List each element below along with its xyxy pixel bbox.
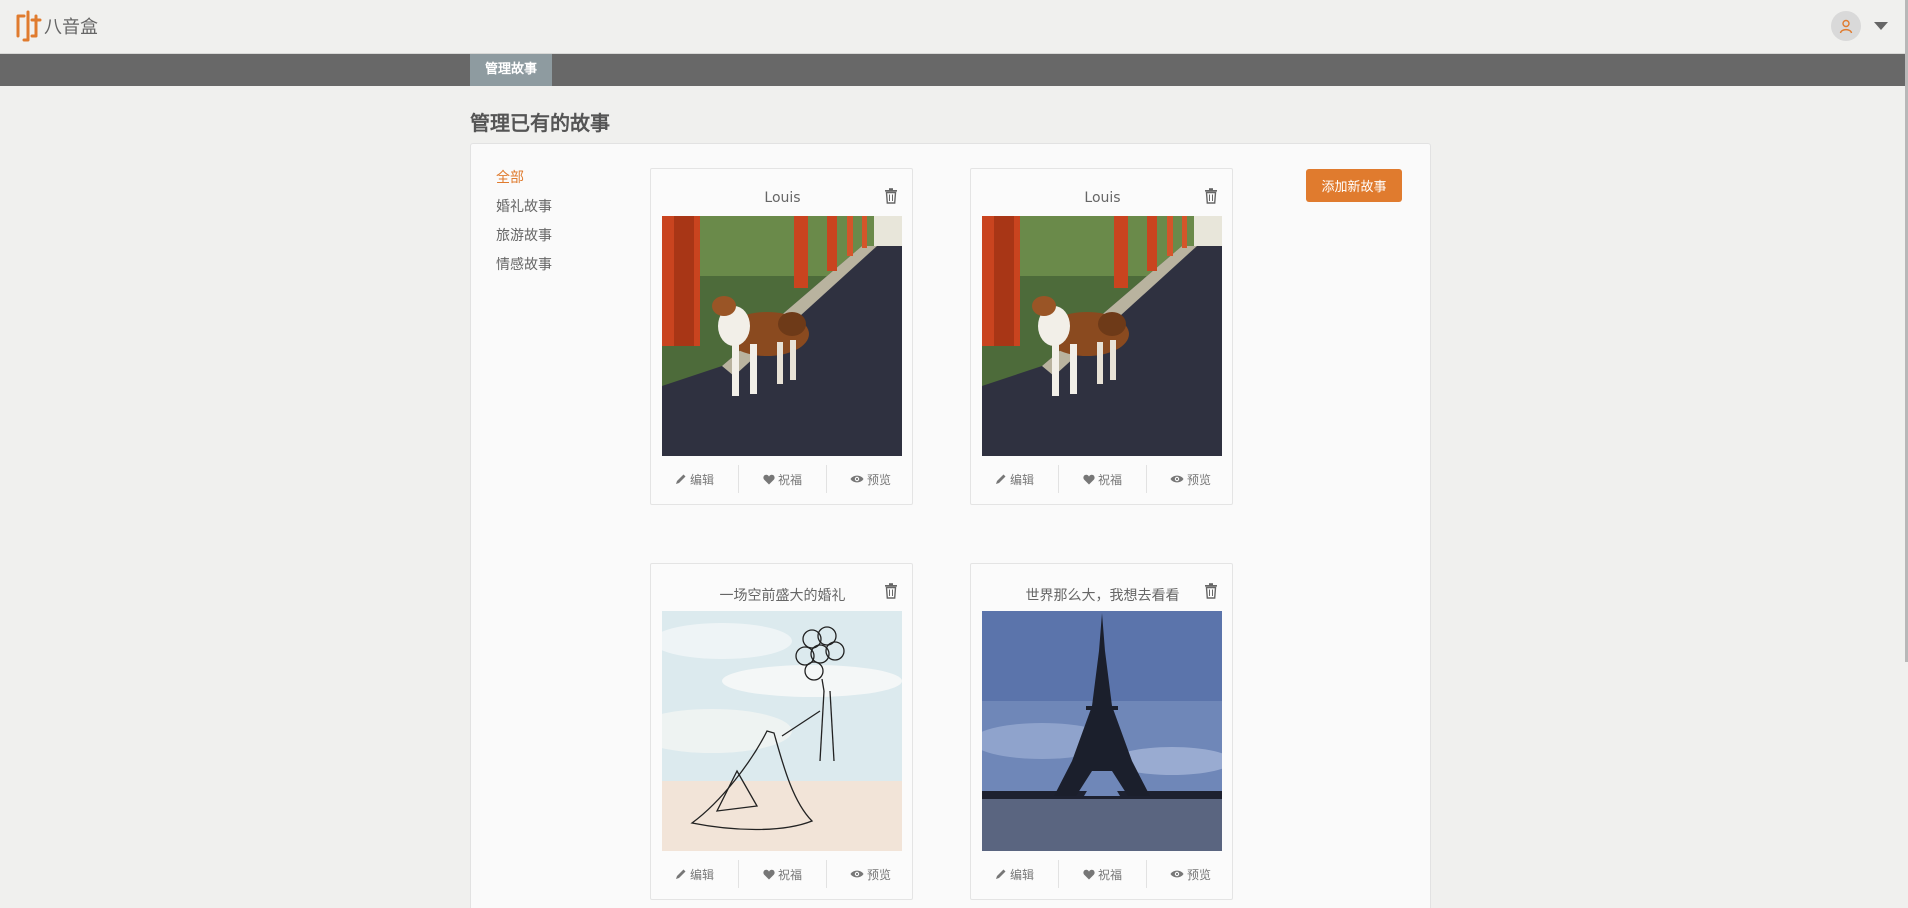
preview-label: 预览 bbox=[866, 867, 891, 882]
story-actions: 编辑 祝福 预览 bbox=[651, 860, 914, 888]
heart-icon bbox=[1083, 474, 1095, 484]
dog-photo bbox=[662, 216, 902, 456]
bless-label: 祝福 bbox=[777, 867, 802, 882]
bless-button[interactable]: 祝福 bbox=[1058, 465, 1146, 493]
app-logo[interactable]: 八音盒 bbox=[14, 10, 98, 42]
trash-icon[interactable] bbox=[884, 188, 898, 204]
stories-panel: 全部 婚礼故事 旅游故事 情感故事 添加新故事 Louis 编辑 祝福 预览 L… bbox=[470, 143, 1431, 908]
trash-icon[interactable] bbox=[884, 583, 898, 599]
edit-label: 编辑 bbox=[1009, 472, 1034, 487]
preview-button[interactable]: 预览 bbox=[826, 465, 914, 493]
eye-icon bbox=[850, 475, 864, 483]
category-item-wedding[interactable]: 婚礼故事 bbox=[496, 199, 552, 228]
pencil-icon bbox=[995, 869, 1006, 879]
edit-button[interactable]: 编辑 bbox=[971, 465, 1058, 493]
eye-icon bbox=[850, 870, 864, 878]
story-card: 世界那么大，我想去看看 编辑 祝福 预览 bbox=[970, 563, 1233, 900]
edit-label: 编辑 bbox=[689, 472, 714, 487]
nav-bar: 管理故事 bbox=[0, 54, 1908, 86]
story-title: 世界那么大，我想去看看 bbox=[1025, 588, 1180, 604]
bless-button[interactable]: 祝福 bbox=[1058, 860, 1146, 888]
story-card: Louis 编辑 祝福 预览 bbox=[970, 168, 1233, 505]
story-image[interactable] bbox=[982, 216, 1222, 456]
story-actions: 编辑 祝福 预览 bbox=[971, 465, 1234, 493]
story-title: Louis bbox=[764, 190, 801, 206]
bless-label: 祝福 bbox=[1097, 867, 1122, 882]
preview-label: 预览 bbox=[1186, 472, 1211, 487]
pencil-icon bbox=[675, 474, 686, 484]
music-box-logo-icon bbox=[16, 10, 42, 42]
page-title: 管理已有的故事 bbox=[470, 111, 610, 135]
user-menu-caret-icon[interactable] bbox=[1874, 22, 1888, 30]
bless-button[interactable]: 祝福 bbox=[738, 465, 826, 493]
category-item-travel[interactable]: 旅游故事 bbox=[496, 228, 552, 257]
top-bar: 八音盒 bbox=[0, 0, 1908, 54]
story-title: Louis bbox=[1084, 190, 1121, 206]
preview-button[interactable]: 预览 bbox=[1146, 465, 1234, 493]
bless-button[interactable]: 祝福 bbox=[738, 860, 826, 888]
wedding-sketch bbox=[662, 611, 902, 851]
pencil-icon bbox=[675, 869, 686, 879]
bless-label: 祝福 bbox=[777, 472, 802, 487]
story-image[interactable] bbox=[662, 611, 902, 851]
category-item-all[interactable]: 全部 bbox=[496, 170, 552, 199]
user-avatar[interactable] bbox=[1831, 11, 1861, 41]
dog-photo bbox=[982, 216, 1222, 456]
story-image[interactable] bbox=[982, 611, 1222, 851]
edit-button[interactable]: 编辑 bbox=[651, 465, 738, 493]
edit-label: 编辑 bbox=[1009, 867, 1034, 882]
add-story-button[interactable]: 添加新故事 bbox=[1306, 169, 1402, 202]
heart-icon bbox=[763, 869, 775, 879]
tab-manage-stories[interactable]: 管理故事 bbox=[470, 54, 553, 86]
bless-label: 祝福 bbox=[1097, 472, 1122, 487]
story-card: Louis 编辑 祝福 预览 bbox=[650, 168, 913, 505]
story-actions: 编辑 祝福 预览 bbox=[651, 465, 914, 493]
edit-button[interactable]: 编辑 bbox=[971, 860, 1058, 888]
edit-button[interactable]: 编辑 bbox=[651, 860, 738, 888]
story-image[interactable] bbox=[662, 216, 902, 456]
preview-label: 预览 bbox=[1186, 867, 1211, 882]
eye-icon bbox=[1170, 475, 1184, 483]
pencil-icon bbox=[995, 474, 1006, 484]
preview-button[interactable]: 预览 bbox=[1146, 860, 1234, 888]
story-card: 一场空前盛大的婚礼 编辑 祝福 预览 bbox=[650, 563, 913, 900]
heart-icon bbox=[763, 474, 775, 484]
eye-icon bbox=[1170, 870, 1184, 878]
eiffel-tower-photo bbox=[982, 611, 1222, 851]
heart-icon bbox=[1083, 869, 1095, 879]
user-icon bbox=[1839, 19, 1853, 34]
preview-button[interactable]: 预览 bbox=[826, 860, 914, 888]
app-name: 八音盒 bbox=[44, 17, 98, 38]
story-title: 一场空前盛大的婚礼 bbox=[719, 588, 846, 604]
trash-icon[interactable] bbox=[1204, 188, 1218, 204]
preview-label: 预览 bbox=[866, 472, 891, 487]
trash-icon[interactable] bbox=[1204, 583, 1218, 599]
edit-label: 编辑 bbox=[689, 867, 714, 882]
category-item-emotion[interactable]: 情感故事 bbox=[496, 257, 552, 286]
story-actions: 编辑 祝福 预览 bbox=[971, 860, 1234, 888]
category-list: 全部 婚礼故事 旅游故事 情感故事 bbox=[496, 170, 552, 286]
